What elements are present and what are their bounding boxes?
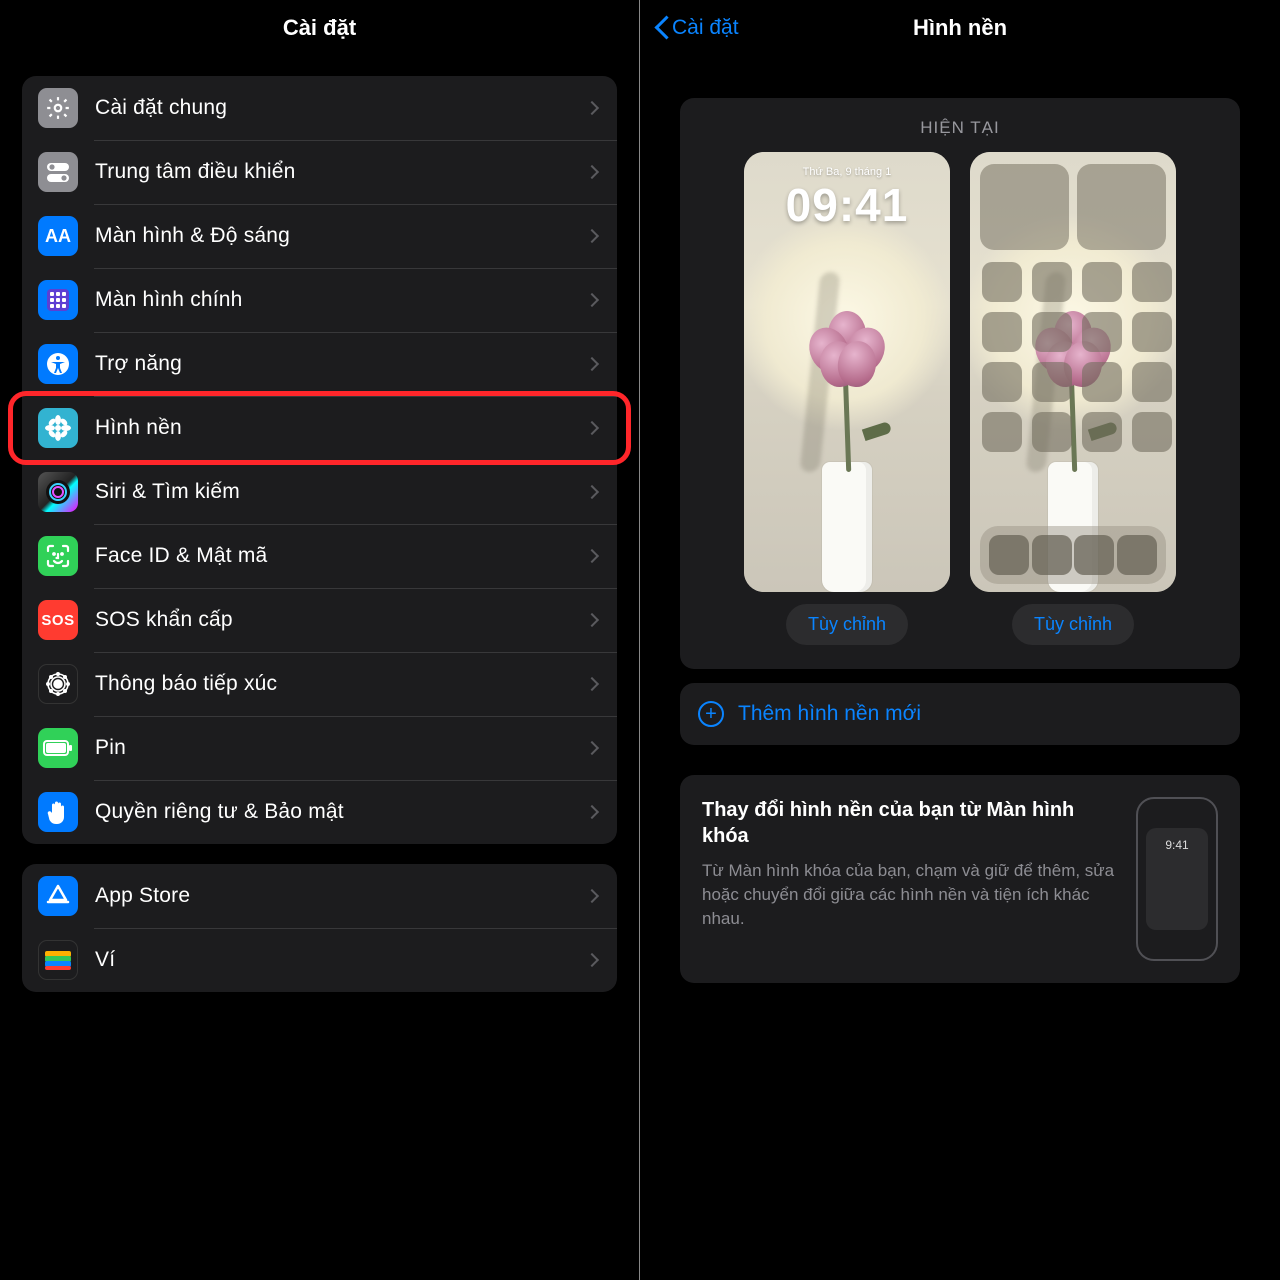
settings-title: Cài đặt (283, 15, 356, 41)
back-label: Cài đặt (672, 16, 739, 40)
settings-row-appstore[interactable]: App Store (22, 864, 617, 928)
exposure-icon (38, 664, 78, 704)
settings-group-secondary: App Store Ví (22, 864, 617, 992)
chevron-right-icon (585, 485, 599, 499)
chevron-right-icon (585, 741, 599, 755)
lockscreen-preview[interactable]: Thứ Ba, 9 tháng 1 09:41 (744, 152, 950, 592)
chevron-right-icon (585, 889, 599, 903)
settings-row-gear[interactable]: Cài đặt chung (22, 76, 617, 140)
settings-row-flower[interactable]: Hình nền (22, 396, 617, 460)
lockscreen-preview-col: Thứ Ba, 9 tháng 1 09:41 Tùy chỉnh (744, 152, 950, 645)
mini-phone-icon: 9:41 (1136, 797, 1218, 961)
chevron-left-icon (654, 17, 668, 39)
faceid-icon (38, 536, 78, 576)
settings-header: Cài đặt (0, 0, 639, 56)
settings-group-main: Cài đặt chung Trung tâm điều khiển AA Màn h… (22, 76, 617, 844)
hand-icon (38, 792, 78, 832)
chevron-right-icon (585, 357, 599, 371)
battery-icon (38, 728, 78, 768)
chevron-right-icon (585, 229, 599, 243)
homescreen-preview[interactable] (970, 152, 1176, 592)
wallpaper-header: Cài đặt Hình nền (640, 0, 1280, 56)
chevron-right-icon (585, 613, 599, 627)
settings-scroll[interactable]: Cài đặt chung Trung tâm điều khiển AA Màn h… (0, 56, 639, 1280)
chevron-right-icon (585, 421, 599, 435)
lockscreen-time: 09:41 (744, 178, 950, 232)
settings-panel: Cài đặt Cài đặt chung Trung tâm điều khiể… (0, 0, 640, 1280)
grid-icon (38, 280, 78, 320)
customize-lockscreen-button[interactable]: Tùy chỉnh (786, 604, 908, 645)
current-wallpaper-card: HIỆN TẠI Thứ Ba, 9 tháng 1 09:41 Tùy chỉ… (680, 98, 1240, 669)
mini-phone-time: 9:41 (1146, 828, 1208, 930)
settings-row-access[interactable]: Trợ năng (22, 332, 617, 396)
settings-row-wallet[interactable]: Ví (22, 928, 617, 992)
info-body: Từ Màn hình khóa của bạn, chạm và giữ để… (702, 859, 1118, 930)
appstore-icon (38, 876, 78, 916)
row-label: Cài đặt chung (95, 96, 587, 120)
settings-row-hand[interactable]: Quyền riêng tư & Bảo mật (22, 780, 617, 844)
chevron-right-icon (585, 165, 599, 179)
row-label: Màn hình & Độ sáng (95, 224, 587, 248)
wallpaper-panel: Cài đặt Hình nền HIỆN TẠI Thứ Ba, 9 thán… (640, 0, 1280, 1280)
settings-row-exposure[interactable]: Thông báo tiếp xúc (22, 652, 617, 716)
settings-row-battery[interactable]: Pin (22, 716, 617, 780)
current-label: HIỆN TẠI (704, 118, 1216, 138)
row-label: Hình nền (95, 416, 587, 440)
aa-icon: AA (38, 216, 78, 256)
wallpaper-previews: Thứ Ba, 9 tháng 1 09:41 Tùy chỉnh (704, 152, 1216, 645)
row-label: SOS khẩn cấp (95, 608, 587, 632)
wallpaper-title: Hình nền (913, 15, 1007, 41)
settings-row-sos[interactable]: SOS SOS khẩn cấp (22, 588, 617, 652)
row-label: Siri & Tìm kiếm (95, 480, 587, 504)
lockscreen-info-card: Thay đổi hình nền của bạn từ Màn hình kh… (680, 775, 1240, 983)
back-button[interactable]: Cài đặt (654, 0, 739, 56)
customize-homescreen-button[interactable]: Tùy chỉnh (1012, 604, 1134, 645)
access-icon (38, 344, 78, 384)
row-label: Thông báo tiếp xúc (95, 672, 587, 696)
settings-row-faceid[interactable]: Face ID & Mật mã (22, 524, 617, 588)
row-label: Pin (95, 736, 587, 760)
flower-icon (38, 408, 78, 448)
lockscreen-date: Thứ Ba, 9 tháng 1 (744, 166, 950, 178)
chevron-right-icon (585, 953, 599, 967)
plus-circle-icon: + (698, 701, 724, 727)
wallet-icon (38, 940, 78, 980)
settings-row-siri[interactable]: Siri & Tìm kiếm (22, 460, 617, 524)
homescreen-preview-col: Tùy chỉnh (970, 152, 1176, 645)
settings-row-grid[interactable]: Màn hình chính (22, 268, 617, 332)
add-wallpaper-button[interactable]: + Thêm hình nền mới (680, 683, 1240, 745)
chevron-right-icon (585, 549, 599, 563)
chevron-right-icon (585, 805, 599, 819)
row-label: Face ID & Mật mã (95, 544, 587, 568)
chevron-right-icon (585, 101, 599, 115)
add-wallpaper-label: Thêm hình nền mới (738, 702, 921, 726)
settings-row-aa[interactable]: AA Màn hình & Độ sáng (22, 204, 617, 268)
toggles-icon (38, 152, 78, 192)
row-label: Trợ năng (95, 352, 587, 376)
info-title: Thay đổi hình nền của bạn từ Màn hình kh… (702, 797, 1118, 849)
row-label: Ví (95, 948, 587, 972)
row-label: Màn hình chính (95, 288, 587, 312)
settings-row-toggles[interactable]: Trung tâm điều khiển (22, 140, 617, 204)
chevron-right-icon (585, 677, 599, 691)
row-label: App Store (95, 884, 587, 908)
info-text: Thay đổi hình nền của bạn từ Màn hình kh… (702, 797, 1118, 961)
sos-icon: SOS (38, 600, 78, 640)
row-label: Quyền riêng tư & Bảo mật (95, 800, 587, 824)
row-label: Trung tâm điều khiển (95, 160, 587, 184)
siri-icon (38, 472, 78, 512)
gear-icon (38, 88, 78, 128)
chevron-right-icon (585, 293, 599, 307)
